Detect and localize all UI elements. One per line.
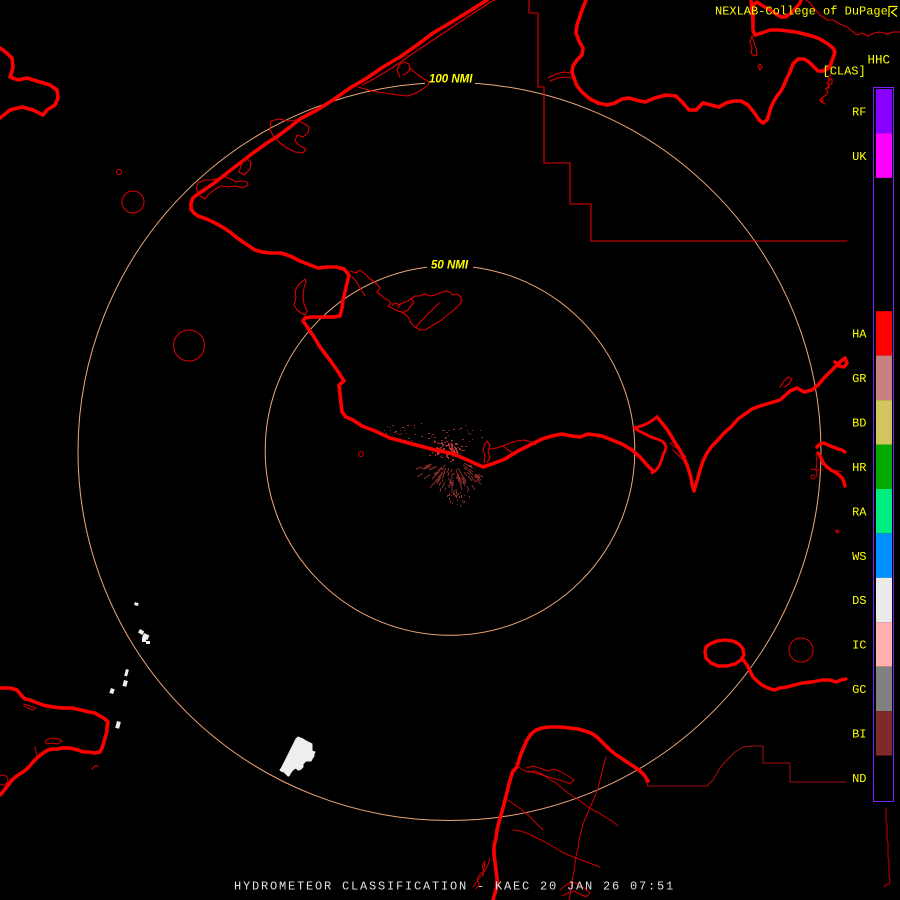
svg-text:NEXLAB-College of DuPage: NEXLAB-College of DuPage (715, 5, 888, 19)
svg-text:GC: GC (852, 683, 866, 697)
svg-text:IC: IC (852, 639, 866, 653)
svg-text:HHC: HHC (868, 53, 891, 67)
svg-text:HR: HR (852, 461, 866, 475)
svg-text:BD: BD (852, 417, 866, 431)
svg-text:DS: DS (852, 594, 866, 608)
svg-text:HA: HA (852, 328, 867, 342)
svg-text:RA: RA (852, 505, 867, 519)
svg-text:50 NMI: 50 NMI (431, 260, 469, 272)
svg-text:ND: ND (852, 772, 866, 786)
svg-text:RF: RF (852, 105, 866, 119)
svg-text:100 NMI: 100 NMI (429, 74, 473, 86)
svg-text:UK: UK (852, 150, 867, 164)
svg-text:[CLAS]: [CLAS] (823, 65, 866, 79)
svg-text:GR: GR (852, 372, 866, 386)
svg-text:BI: BI (852, 728, 866, 742)
svg-text:WS: WS (852, 550, 866, 564)
svg-text:HYDROMETEOR CLASSIFICATION - K: HYDROMETEOR CLASSIFICATION - KAEC 20 JAN… (234, 880, 675, 894)
